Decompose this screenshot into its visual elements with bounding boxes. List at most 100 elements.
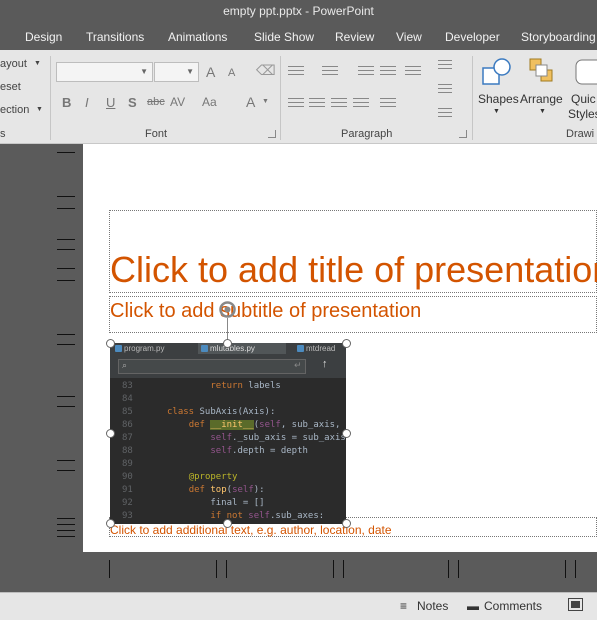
ruler-tick	[57, 396, 75, 397]
tab-developer[interactable]: Developer	[445, 30, 500, 44]
ruler-tick	[565, 560, 566, 578]
tab-storyboarding[interactable]: Storyboarding	[521, 30, 596, 44]
rotate-icon[interactable]	[218, 300, 237, 319]
bold-button[interactable]: B	[62, 95, 71, 110]
code-line: self._sub_axis = sub_axis	[210, 433, 346, 443]
underline-button[interactable]: U	[106, 95, 115, 110]
align-text-icon[interactable]	[438, 84, 452, 96]
bullets-icon[interactable]	[288, 66, 304, 78]
clear-formatting-icon[interactable]: ⌫	[256, 62, 276, 79]
resize-handle-right[interactable]	[342, 429, 351, 438]
line-number: 83	[122, 381, 133, 391]
chevron-down-icon: ▼	[36, 106, 43, 113]
smartart-icon[interactable]	[438, 108, 452, 120]
ruler-tick	[216, 560, 217, 578]
decrease-font-size-button[interactable]: A	[228, 67, 235, 79]
powerpoint-window: empty ppt.pptx - PowerPoint Design Trans…	[0, 0, 597, 620]
align-right-icon[interactable]	[331, 98, 347, 110]
group-separator	[280, 56, 281, 140]
ruler-tick	[57, 536, 75, 537]
resize-handle-left[interactable]	[106, 429, 115, 438]
ruler-tick	[57, 249, 75, 250]
comments-icon[interactable]: ▬	[467, 599, 479, 613]
font-dialog-launcher-icon[interactable]	[268, 130, 276, 138]
chevron-down-icon: ▼	[493, 108, 500, 115]
shadow-button[interactable]: S	[128, 95, 137, 110]
vertical-ruler	[0, 144, 83, 592]
ruler-tick	[57, 196, 75, 197]
align-center-icon[interactable]	[309, 98, 325, 110]
columns-icon[interactable]	[380, 98, 396, 110]
search-icon: ⌕	[122, 360, 128, 370]
character-spacing-button[interactable]: AV	[170, 95, 185, 109]
font-color-button[interactable]: A	[246, 94, 255, 110]
line-number: 90	[122, 472, 133, 482]
shapes-icon[interactable]	[480, 56, 514, 90]
notes-button[interactable]: Notes	[417, 599, 448, 613]
justify-icon[interactable]	[353, 98, 369, 110]
resize-handle-top[interactable]	[223, 339, 232, 348]
inserted-code-screenshot[interactable]: program.py mlutables.py mtdread ⌕ ↵ ↑ 83…	[110, 343, 346, 524]
code-line: self.depth = depth	[210, 446, 308, 456]
resize-handle-bottom-right[interactable]	[342, 519, 351, 528]
increase-indent-icon[interactable]	[380, 66, 396, 78]
line-number: 91	[122, 485, 133, 495]
normal-view-icon[interactable]	[568, 598, 583, 611]
enter-icon: ↵	[294, 360, 302, 370]
align-left-icon[interactable]	[288, 98, 304, 110]
numbering-icon[interactable]	[322, 66, 338, 78]
decrease-indent-icon[interactable]	[358, 66, 374, 78]
resize-handle-top-left[interactable]	[106, 339, 115, 348]
tab-design[interactable]: Design	[25, 30, 62, 44]
chevron-down-icon: ▼	[262, 98, 269, 105]
change-case-button[interactable]: Aa	[202, 95, 217, 109]
subtitle-placeholder-text[interactable]: Click to add subtitle of presentation	[110, 300, 421, 323]
line-number: 89	[122, 459, 133, 469]
strikethrough-button[interactable]: abc	[147, 96, 165, 108]
paragraph-group-label: Paragraph	[341, 128, 393, 140]
font-name-combo[interactable]: ▼	[56, 62, 153, 82]
group-separator	[50, 56, 51, 140]
status-bar: ≡ Notes ▬ Comments	[0, 592, 597, 620]
font-size-combo[interactable]: ▼	[154, 62, 199, 82]
reset-button[interactable]: eset	[0, 81, 21, 93]
chevron-down-icon: ▼	[539, 108, 546, 115]
ruler-tick	[575, 560, 576, 578]
resize-handle-top-right[interactable]	[342, 339, 351, 348]
resize-handle-bottom-left[interactable]	[106, 519, 115, 528]
notes-icon[interactable]: ≡	[400, 599, 407, 613]
increase-font-size-button[interactable]: A	[206, 64, 215, 80]
text-direction-icon[interactable]	[438, 60, 452, 72]
tab-review[interactable]: Review	[335, 30, 374, 44]
ribbon-tabs: Design Transitions Animations Slide Show…	[0, 24, 597, 50]
italic-button[interactable]: I	[85, 95, 89, 110]
ruler-tick	[57, 460, 75, 461]
tab-view[interactable]: View	[396, 30, 422, 44]
ribbon: ayout ▼ eset ection ▼ s ▼ ▼ A A ⌫ B I U …	[0, 50, 597, 144]
line-number: 88	[122, 446, 133, 456]
quick-styles-button[interactable]: Quic	[571, 92, 596, 106]
layout-button[interactable]: ayout	[0, 58, 27, 70]
paragraph-dialog-launcher-icon[interactable]	[459, 130, 467, 138]
tab-slide-show[interactable]: Slide Show	[254, 30, 314, 44]
group-separator	[472, 56, 473, 140]
quick-styles-icon[interactable]	[574, 58, 597, 88]
ruler-tick	[458, 560, 459, 578]
line-spacing-icon[interactable]	[405, 66, 421, 78]
section-button[interactable]: ection	[0, 104, 29, 116]
tab-transitions[interactable]: Transitions	[86, 30, 144, 44]
ruler-tick	[57, 518, 75, 519]
tab-animations[interactable]: Animations	[168, 30, 227, 44]
drawing-group-label: Drawi	[566, 128, 595, 140]
ruler-tick	[57, 208, 75, 209]
ruler-tick	[57, 530, 75, 531]
shapes-button[interactable]: Shapes	[478, 92, 519, 106]
title-placeholder-text[interactable]: Click to add title of presentation	[110, 249, 597, 291]
ruler-tick	[57, 152, 75, 153]
arrange-icon[interactable]	[527, 56, 557, 90]
comments-button[interactable]: Comments	[484, 599, 542, 613]
ruler-tick	[109, 560, 110, 578]
arrange-button[interactable]: Arrange	[520, 92, 563, 106]
editor-search-box	[118, 359, 306, 374]
resize-handle-bottom[interactable]	[223, 519, 232, 528]
